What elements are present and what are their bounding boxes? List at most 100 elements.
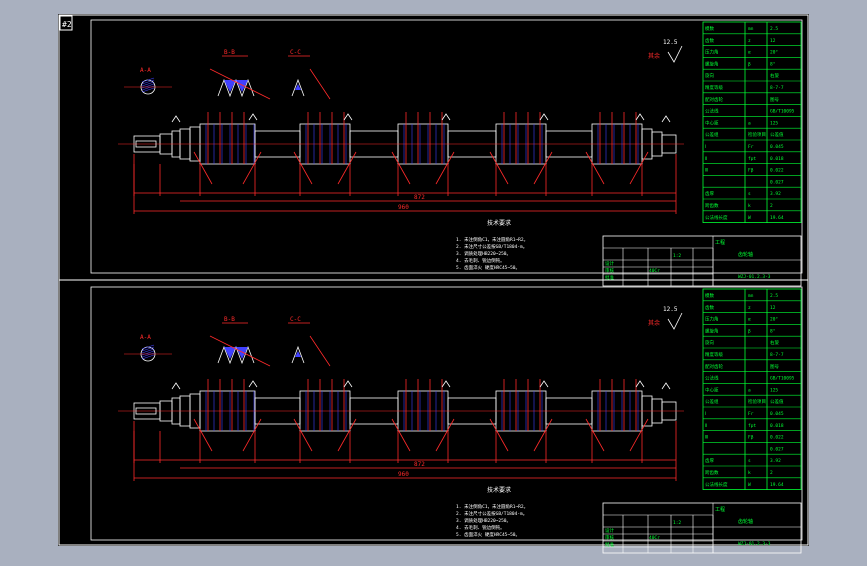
param-value: GB/T10095 (770, 376, 795, 382)
overall-dim-text: 960 (398, 204, 409, 211)
section-c-label: C-C (290, 49, 301, 56)
param-symbol: z (748, 39, 751, 44)
param-name: 公差组 (705, 131, 719, 138)
tech-note-3: 4. 去毛刺、锐边倒钝。 (456, 257, 505, 264)
param-name: 螺旋角 (705, 60, 719, 67)
param-name: 中心距 (705, 386, 719, 393)
param-value: 0.045 (770, 411, 784, 417)
tech-note-1: 2. 未注尺寸公差按GB/T1804-m。 (456, 243, 527, 250)
param-symbol: 检验项目 (748, 131, 766, 138)
tech-note-0: 1. 未注倒角C1，未注圆角R1~R2。 (456, 503, 528, 510)
param-value: 右旋 (770, 72, 779, 79)
param-name: Ⅰ (705, 411, 706, 417)
roughness-suffix: 其余 (648, 52, 660, 60)
param-name: 齿数 (705, 304, 714, 311)
param-name: Ⅲ (705, 168, 708, 174)
title-scale: 1:2 (673, 253, 681, 259)
param-value: 12 (770, 305, 776, 311)
title-company: 工程 (715, 506, 725, 513)
title-checker: 审核 (605, 267, 614, 274)
param-value: 12 (770, 38, 776, 44)
param-value: 0.022 (770, 435, 784, 441)
param-value: 0.018 (770, 156, 784, 162)
param-symbol: Fr (748, 411, 754, 417)
param-symbol: k (748, 470, 751, 476)
param-name: 公差组 (705, 398, 719, 405)
param-symbol: fpt (748, 156, 756, 162)
param-name: 压力角 (705, 316, 719, 323)
tech-note-3: 4. 去毛刺、锐边倒钝。 (456, 524, 505, 531)
section-b-label: B-B (224, 316, 235, 323)
param-value: 8-7-7 (770, 352, 784, 358)
title-approver: 批准 (605, 541, 614, 548)
param-name: 螺旋角 (705, 327, 719, 334)
param-name: Ⅱ (705, 423, 707, 429)
param-symbol: Fβ (748, 435, 754, 441)
sub-dim-text: 872 (414, 194, 425, 201)
title-part-name: 齿轮轴 (738, 251, 753, 258)
title-scale: 1:2 (673, 520, 681, 526)
param-name: 公法线长度 (705, 214, 728, 221)
param-value: 2.5 (770, 293, 778, 299)
section-b-label: B-B (224, 49, 235, 56)
param-value: 2 (770, 470, 773, 476)
param-symbol: Fr (748, 144, 754, 150)
param-symbol: W (748, 482, 751, 488)
param-value: 公差值 (770, 398, 784, 405)
param-value: 20° (770, 50, 778, 56)
cad-viewport[interactable]: #2 872 960 A-A B-B C-C 其余 12.5 技术要求 1. 未注倒角C1，未注… (0, 0, 867, 562)
param-symbol: k (748, 203, 751, 209)
param-value: 0.045 (770, 144, 784, 150)
param-symbol: s (748, 192, 751, 197)
title-checker: 审核 (605, 534, 614, 541)
param-name: 齿厚 (705, 191, 714, 197)
param-name: 精度等级 (705, 84, 723, 91)
param-name: 精度等级 (705, 351, 723, 358)
roughness-value: 12.5 (663, 39, 678, 46)
param-symbol: W (748, 215, 751, 221)
roughness-value: 12.5 (663, 306, 678, 313)
title-designer: 设计 (605, 260, 614, 267)
param-value: 20° (770, 317, 778, 323)
param-name: 公法线 (705, 108, 719, 115)
title-part-name: 齿轮轴 (738, 518, 753, 525)
param-value: 19.64 (770, 482, 784, 488)
title-material: 40Cr (649, 268, 660, 274)
param-symbol: 检验项目 (748, 398, 766, 405)
title-material: 40Cr (649, 535, 660, 541)
title-company: 工程 (715, 239, 725, 246)
notes-title: 技术要求 (487, 486, 511, 494)
tech-note-2: 3. 调质处理HB220~250。 (456, 250, 511, 257)
section-a-label: A-A (140, 67, 151, 74)
param-symbol: mn (748, 294, 754, 299)
param-value: 3.92 (770, 191, 781, 197)
title-drawing-no: WZJ-01.2.3-3 (738, 541, 771, 547)
param-symbol: a (748, 121, 751, 126)
title-approver: 批准 (605, 274, 614, 281)
param-value: 0.022 (770, 168, 784, 174)
param-name: 齿厚 (705, 458, 714, 464)
param-name: 公法线长度 (705, 481, 728, 488)
param-value: 125 (770, 387, 778, 393)
param-name: 齿数 (705, 37, 714, 44)
param-value: 公差值 (770, 131, 784, 138)
param-value: 8° (770, 328, 776, 334)
param-value: 0.018 (770, 423, 784, 429)
param-symbol: s (748, 459, 751, 464)
param-value: 0.027 (770, 179, 784, 185)
param-name: 中心距 (705, 119, 719, 126)
param-value: GB/T10095 (770, 109, 795, 115)
corner-label: #2 (62, 20, 72, 29)
param-name: 压力角 (705, 49, 719, 56)
param-value: 125 (770, 120, 778, 126)
param-name: 模数 (705, 25, 714, 32)
param-value: 3.92 (770, 458, 781, 464)
section-c-label: C-C (290, 316, 301, 323)
param-name: 旋向 (705, 339, 714, 346)
param-name: 旋向 (705, 72, 714, 79)
tech-note-0: 1. 未注倒角C1，未注圆角R1~R2。 (456, 236, 528, 243)
param-symbol: Fβ (748, 168, 754, 174)
param-name: 配对齿轮 (705, 363, 723, 370)
param-value: 图号 (770, 364, 779, 370)
param-value: 0.027 (770, 446, 784, 452)
